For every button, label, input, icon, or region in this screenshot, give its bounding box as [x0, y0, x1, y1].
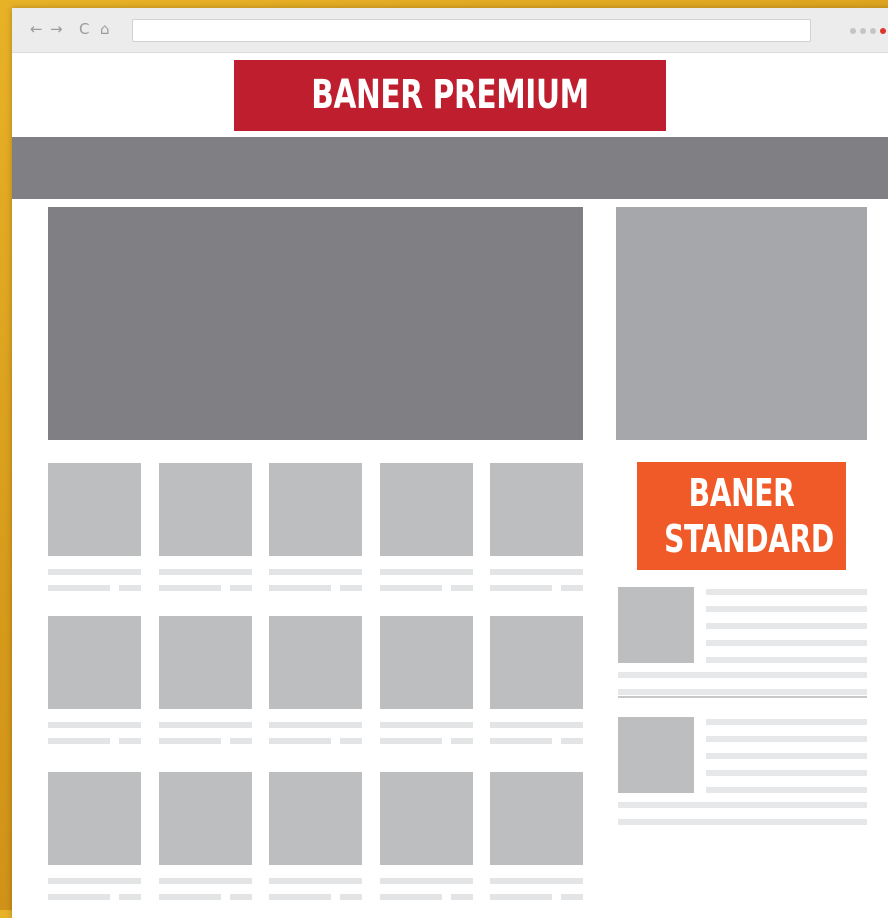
window-close-dot[interactable] [880, 28, 886, 34]
article-meta-line-placeholder [269, 585, 331, 591]
standard-banner[interactable]: BANER STANDARD [637, 462, 846, 570]
article-thumbnail-placeholder[interactable] [490, 772, 583, 865]
article-title-line-placeholder [269, 569, 362, 575]
article-meta-line-placeholder [119, 738, 141, 744]
hero-image-placeholder [48, 207, 583, 440]
article-thumbnail-placeholder[interactable] [159, 463, 252, 556]
sidebar-item-thumbnail-placeholder[interactable] [618, 717, 694, 793]
article-title-line-placeholder [48, 878, 141, 884]
article-thumbnail-placeholder[interactable] [269, 463, 362, 556]
article-meta-line-placeholder [561, 738, 583, 744]
sidebar-item-text-line-placeholder [706, 753, 867, 759]
sidebar-divider [618, 696, 867, 698]
article-meta-line-placeholder [490, 738, 552, 744]
article-meta-line-placeholder [490, 894, 552, 900]
article-meta-line-placeholder [561, 585, 583, 591]
article-meta-line-placeholder [48, 738, 110, 744]
article-meta-line-placeholder [269, 738, 331, 744]
article-title-line-placeholder [159, 722, 252, 728]
article-meta-line-placeholder [380, 894, 442, 900]
window-control-dot-3[interactable] [870, 28, 876, 34]
article-meta-line-placeholder [48, 894, 110, 900]
article-thumbnail-placeholder[interactable] [48, 772, 141, 865]
article-title-line-placeholder [490, 569, 583, 575]
article-meta-line-placeholder [48, 585, 110, 591]
sidebar-image-placeholder [616, 207, 867, 440]
article-meta-line-placeholder [230, 738, 252, 744]
browser-window: ← → C ⌂ BANER PREMIUM BANER STANDARD [12, 8, 888, 918]
article-meta-line-placeholder [340, 738, 362, 744]
sidebar-item-text-line-placeholder [618, 689, 867, 695]
article-meta-line-placeholder [119, 585, 141, 591]
address-bar[interactable] [132, 19, 811, 42]
article-title-line-placeholder [269, 878, 362, 884]
sidebar-item-text-line-placeholder [618, 672, 867, 678]
article-title-line-placeholder [48, 569, 141, 575]
article-meta-line-placeholder [340, 894, 362, 900]
sidebar-item-text-line-placeholder [706, 589, 867, 595]
article-thumbnail-placeholder[interactable] [159, 616, 252, 709]
article-meta-line-placeholder [119, 894, 141, 900]
sidebar-item-text-line-placeholder [706, 657, 867, 663]
article-meta-line-placeholder [159, 585, 221, 591]
sidebar-item-text-line-placeholder [706, 770, 867, 776]
sidebar-item-text-line-placeholder [618, 802, 867, 808]
article-title-line-placeholder [48, 722, 141, 728]
forward-arrow-icon[interactable]: → [50, 20, 63, 38]
article-meta-line-placeholder [159, 894, 221, 900]
sidebar-item-text-line-placeholder [618, 819, 867, 825]
article-title-line-placeholder [159, 569, 252, 575]
article-meta-line-placeholder [451, 585, 473, 591]
article-thumbnail-placeholder[interactable] [380, 772, 473, 865]
sidebar-item-text-line-placeholder [706, 736, 867, 742]
article-thumbnail-placeholder[interactable] [380, 616, 473, 709]
article-meta-line-placeholder [380, 585, 442, 591]
sidebar-item-thumbnail-placeholder[interactable] [618, 587, 694, 663]
article-meta-line-placeholder [490, 585, 552, 591]
article-title-line-placeholder [159, 878, 252, 884]
premium-banner-label: BANER PREMIUM [311, 72, 589, 118]
article-title-line-placeholder [380, 722, 473, 728]
sidebar-item-text-line-placeholder [706, 787, 867, 793]
article-title-line-placeholder [269, 722, 362, 728]
window-control-dot-2[interactable] [860, 28, 866, 34]
article-meta-line-placeholder [340, 585, 362, 591]
sidebar-item-text-line-placeholder [706, 623, 867, 629]
article-thumbnail-placeholder[interactable] [490, 616, 583, 709]
article-title-line-placeholder [380, 878, 473, 884]
back-arrow-icon[interactable]: ← [30, 20, 43, 38]
article-meta-line-placeholder [380, 738, 442, 744]
article-meta-line-placeholder [269, 894, 331, 900]
navigation-bar-placeholder [12, 137, 888, 199]
article-meta-line-placeholder [451, 738, 473, 744]
article-meta-line-placeholder [451, 894, 473, 900]
article-thumbnail-placeholder[interactable] [48, 463, 141, 556]
article-thumbnail-placeholder[interactable] [269, 772, 362, 865]
article-meta-line-placeholder [230, 585, 252, 591]
article-meta-line-placeholder [230, 894, 252, 900]
article-title-line-placeholder [490, 722, 583, 728]
browser-toolbar: ← → C ⌂ [12, 8, 888, 53]
reload-icon[interactable]: C [79, 20, 89, 38]
sidebar-item-text-line-placeholder [706, 640, 867, 646]
sidebar-item-text-line-placeholder [706, 606, 867, 612]
window-control-dot-1[interactable] [850, 28, 856, 34]
article-thumbnail-placeholder[interactable] [490, 463, 583, 556]
article-thumbnail-placeholder[interactable] [48, 616, 141, 709]
sidebar-item-text-line-placeholder [706, 719, 867, 725]
home-icon[interactable]: ⌂ [100, 20, 110, 38]
article-title-line-placeholder [490, 878, 583, 884]
standard-banner-line2: STANDARD [664, 517, 834, 561]
article-title-line-placeholder [380, 569, 473, 575]
article-thumbnail-placeholder[interactable] [159, 772, 252, 865]
standard-banner-line1: BANER [688, 471, 795, 515]
premium-banner[interactable]: BANER PREMIUM [234, 60, 666, 131]
article-meta-line-placeholder [561, 894, 583, 900]
article-thumbnail-placeholder[interactable] [269, 616, 362, 709]
article-thumbnail-placeholder[interactable] [380, 463, 473, 556]
article-meta-line-placeholder [159, 738, 221, 744]
